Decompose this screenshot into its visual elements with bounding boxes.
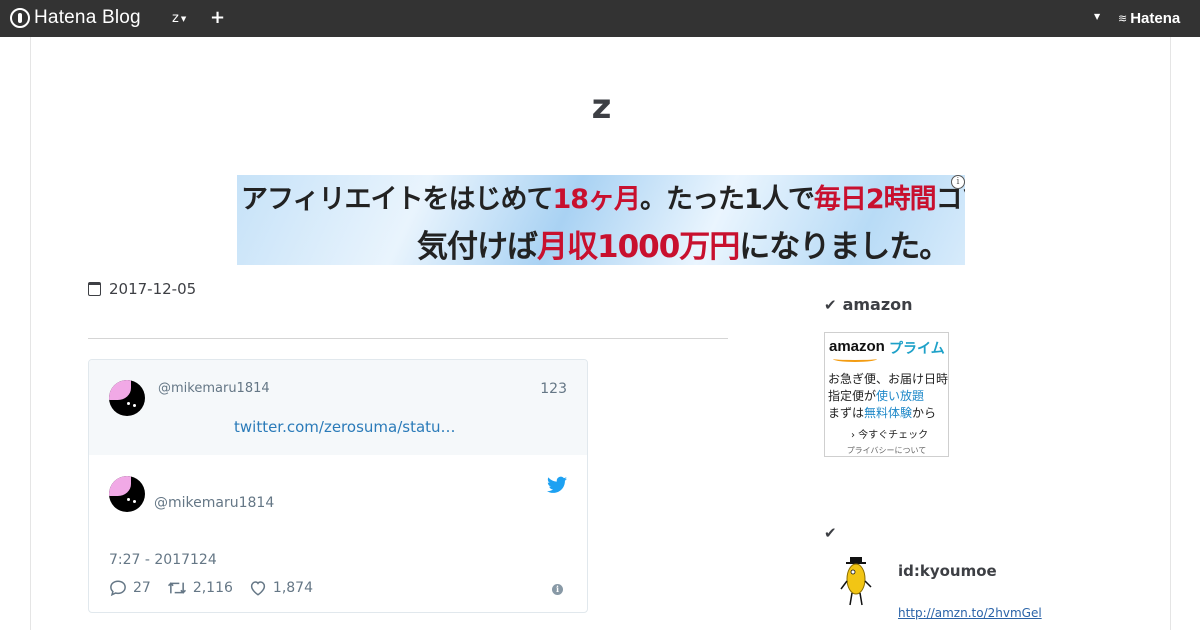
blog-title[interactable]: z bbox=[31, 87, 1172, 127]
global-header: Hatena Blog z ▼ + ▼ ≋ Hatena bbox=[0, 0, 1200, 37]
banner-line-1: アフィリエイトをはじめて18ヶ月。たった1人で毎日2時間コツコツと。 bbox=[241, 177, 965, 216]
amazon-smile-icon bbox=[833, 356, 877, 362]
retweet-icon bbox=[167, 582, 186, 594]
hatena-blog-icon bbox=[10, 8, 30, 28]
amazon-ad-text: お急ぎ便、お届け日時 指定便が使い放題 まずは無料体験から bbox=[828, 371, 949, 422]
ad-line: お急ぎ便、お届け日時 bbox=[828, 372, 949, 386]
hatena-logo[interactable]: ≋ Hatena bbox=[1118, 10, 1180, 27]
banner-text: コツコツと。 bbox=[935, 184, 965, 215]
tweet-actions: 27 2,116 1,874 bbox=[109, 579, 329, 597]
hatena-blog-logo[interactable]: Hatena Blog bbox=[10, 7, 141, 29]
reply-count: 27 bbox=[133, 580, 151, 596]
banner-text: アフィリエイトをはじめて bbox=[241, 184, 553, 215]
quoted-tweet[interactable]: @mikemaru1814 123 twitter.com/zerosuma/s… bbox=[89, 360, 587, 455]
ad-info-icon[interactable]: i bbox=[951, 175, 965, 189]
tweet-info-icon[interactable]: i bbox=[552, 584, 563, 595]
heart-icon bbox=[250, 581, 266, 596]
amazon-prime-ad[interactable]: amazon プライム お急ぎ便、お届け日時 指定便が使い放題 まずは無料体験か… bbox=[824, 332, 949, 457]
retweet-action[interactable]: 2,116 bbox=[167, 579, 233, 597]
calendar-icon bbox=[88, 282, 101, 296]
banner-ad[interactable]: アフィリエイトをはじめて18ヶ月。たった1人で毎日2時間コツコツと。 気付けば月… bbox=[237, 175, 965, 265]
banner-text: 。たった1人で bbox=[640, 184, 815, 215]
amazon-logo: amazon bbox=[829, 338, 885, 355]
hatena-logo-text: Hatena bbox=[1130, 10, 1181, 27]
banner-text-red: 18ヶ月 bbox=[552, 184, 641, 215]
reply-action[interactable]: 27 bbox=[109, 579, 151, 597]
blog-switcher-label: z bbox=[172, 11, 179, 26]
twitter-bird-icon[interactable] bbox=[547, 476, 567, 494]
reply-icon bbox=[110, 580, 126, 597]
ad-text-blue: 使い放題 bbox=[876, 389, 925, 403]
avatar[interactable] bbox=[109, 476, 145, 512]
check-now-link[interactable]: › 今すぐチェック bbox=[851, 426, 928, 441]
banner-text-red: 月収1000万円 bbox=[537, 229, 740, 265]
tweet-timestamp[interactable]: 7:27 - 2017124 bbox=[109, 552, 217, 568]
banner-text-red: 毎日2時間 bbox=[813, 184, 937, 215]
banner-text: 気付けば bbox=[417, 229, 538, 265]
caret-down-icon: ▼ bbox=[180, 14, 187, 23]
like-count: 1,874 bbox=[272, 580, 314, 596]
entry-divider bbox=[88, 338, 728, 339]
sidebar-heading-amazon: ✔ amazon bbox=[824, 295, 913, 314]
profile-id[interactable]: id:kyoumoe bbox=[898, 562, 997, 580]
check-icon: ✔ bbox=[824, 295, 837, 314]
check-icon: ✔ bbox=[824, 524, 837, 542]
quoted-handle[interactable]: @mikemaru1814 bbox=[158, 381, 270, 396]
sidebar-heading-text: amazon bbox=[842, 295, 913, 314]
blog-page: z アフィリエイトをはじめて18ヶ月。たった1人で毎日2時間コツコツと。 気付け… bbox=[30, 37, 1171, 630]
avatar[interactable] bbox=[109, 380, 145, 416]
new-post-button[interactable]: + bbox=[210, 7, 225, 28]
like-action[interactable]: 1,874 bbox=[249, 579, 313, 597]
ad-text: まずは bbox=[828, 406, 865, 420]
ad-line: 指定便が使い放題 bbox=[828, 388, 948, 405]
profile-link[interactable]: http://amzn.to/2hvmGel bbox=[898, 606, 1042, 620]
ad-line: まずは無料体験から bbox=[828, 405, 948, 422]
blog-switcher-button[interactable]: z ▼ bbox=[172, 11, 186, 26]
amazon-prime-label: プライム bbox=[889, 341, 945, 357]
brand-text: Hatena Blog bbox=[34, 7, 141, 28]
retweet-count: 2,116 bbox=[192, 580, 233, 596]
embedded-tweet[interactable]: @mikemaru1814 123 twitter.com/zerosuma/s… bbox=[88, 359, 588, 613]
hatena-mark-icon: ≋ bbox=[1118, 12, 1128, 25]
account-menu-caret-icon[interactable]: ▼ bbox=[1094, 12, 1100, 21]
quoted-tweet-link[interactable]: twitter.com/zerosuma/statu… bbox=[234, 418, 456, 436]
entry-date-text: 2017-12-05 bbox=[109, 280, 197, 298]
entry-date[interactable]: 2017-12-05 bbox=[88, 280, 196, 298]
quoted-count: 123 bbox=[540, 381, 567, 397]
privacy-link[interactable]: プライバシーについて bbox=[825, 445, 948, 456]
profile-image[interactable] bbox=[839, 557, 873, 607]
ad-text-blue: 無料体験 bbox=[864, 406, 913, 420]
tweet-handle[interactable]: @mikemaru1814 bbox=[154, 495, 274, 511]
ad-text: から bbox=[912, 406, 937, 420]
ad-text: 指定便が bbox=[828, 389, 877, 403]
banner-text: になりました。 bbox=[739, 229, 950, 265]
banner-line-2: 気付けば月収1000万円になりました。 bbox=[417, 221, 950, 265]
